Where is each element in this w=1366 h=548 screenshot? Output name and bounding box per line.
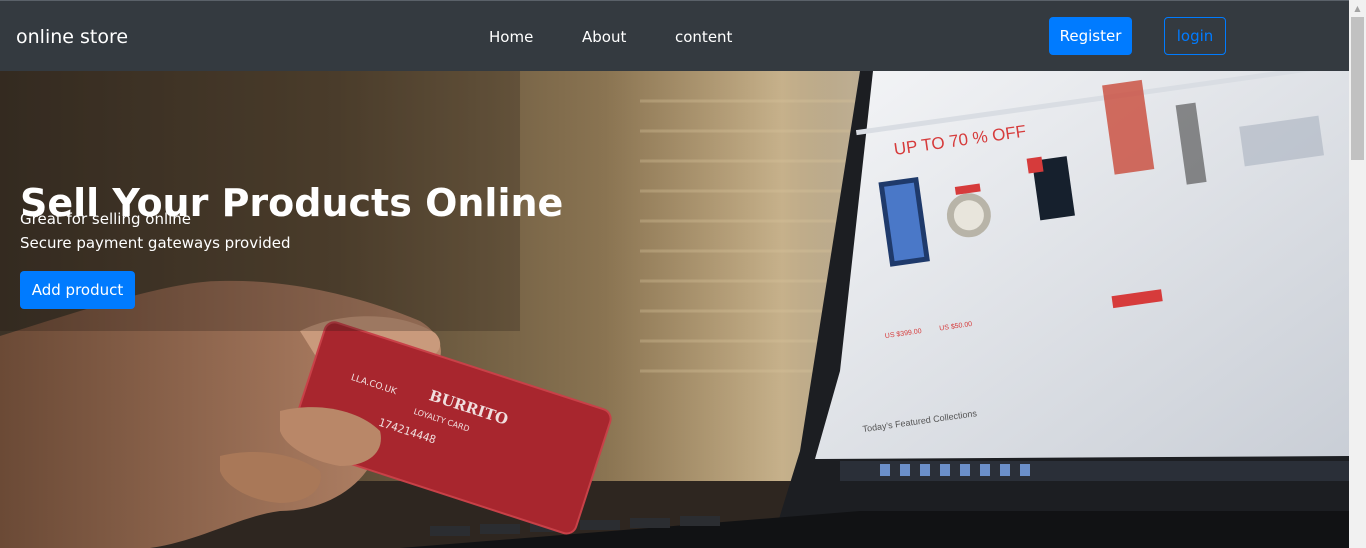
hero-section: UP TO 70 % OFF US $399.00 US $50.00 Toda… — [0, 71, 1349, 548]
nav-link-home[interactable]: Home — [489, 27, 533, 47]
register-button[interactable]: Register — [1049, 17, 1132, 55]
hero-subtitle-2: Secure payment gateways provided — [20, 234, 291, 252]
nav-link-content[interactable]: content — [675, 27, 732, 47]
scrollbar-thumb[interactable] — [1351, 17, 1364, 160]
vertical-scrollbar[interactable]: ▲ — [1349, 0, 1366, 548]
hero-subtitle-1: Great for selling online — [20, 210, 192, 228]
navbar: online store Home About content Register… — [0, 0, 1349, 71]
scroll-up-arrow-icon[interactable]: ▲ — [1349, 0, 1366, 17]
hero-background-image: UP TO 70 % OFF US $399.00 US $50.00 Toda… — [0, 71, 1349, 548]
add-product-button[interactable]: Add product — [20, 271, 135, 309]
login-button[interactable]: login — [1164, 17, 1226, 55]
brand-logo[interactable]: online store — [16, 25, 128, 49]
nav-link-about[interactable]: About — [582, 27, 626, 47]
